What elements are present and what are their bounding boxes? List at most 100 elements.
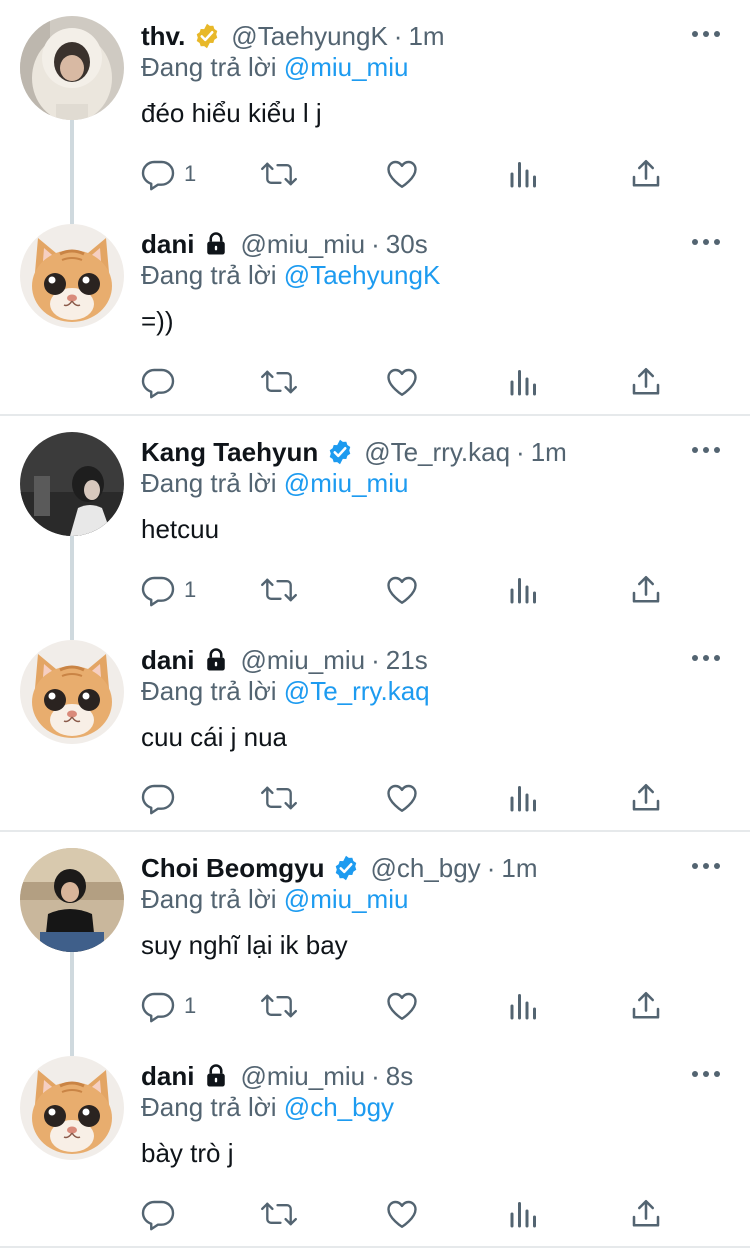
display-name[interactable]: Kang Taehyun bbox=[141, 437, 318, 468]
more-icon[interactable] bbox=[692, 438, 720, 462]
avatar[interactable] bbox=[20, 224, 124, 328]
verified-badge-icon bbox=[193, 22, 221, 50]
timestamp[interactable]: 1m bbox=[408, 21, 444, 52]
views-button[interactable] bbox=[506, 360, 542, 404]
reply-button[interactable] bbox=[140, 776, 184, 820]
reply-button[interactable]: 1 bbox=[140, 984, 196, 1028]
user-handle[interactable]: @miu_miu bbox=[240, 1061, 365, 1092]
like-button[interactable] bbox=[384, 776, 420, 820]
user-handle[interactable]: @TaehyungK bbox=[231, 21, 388, 52]
views-icon bbox=[506, 572, 542, 608]
verified-badge-icon bbox=[332, 854, 360, 882]
reply-button[interactable] bbox=[140, 1192, 184, 1236]
more-icon[interactable] bbox=[692, 854, 720, 878]
user-handle[interactable]: @miu_miu bbox=[240, 229, 365, 260]
tweet-header: Choi Beomgyu @ch_bgy · 1m bbox=[141, 850, 537, 886]
timestamp[interactable]: 8s bbox=[386, 1061, 413, 1092]
share-button[interactable] bbox=[628, 1192, 664, 1236]
conversation-thread: Kang Taehyun @Te_rry.kaq · 1m Đang trả l… bbox=[0, 416, 750, 832]
action-bar bbox=[140, 360, 680, 404]
retweet-button[interactable] bbox=[260, 568, 298, 612]
timestamp[interactable]: 21s bbox=[386, 645, 428, 676]
display-name[interactable]: dani bbox=[141, 229, 194, 260]
tweet-feed: thv. @TaehyungK · 1m Đang trả lời @miu_m… bbox=[0, 0, 750, 1248]
like-icon bbox=[384, 1196, 420, 1232]
retweet-icon bbox=[260, 780, 298, 816]
action-bar bbox=[140, 1192, 680, 1236]
lock-icon bbox=[202, 1062, 230, 1090]
replying-to-label: Đang trả lời bbox=[141, 1092, 277, 1122]
avatar[interactable] bbox=[20, 16, 124, 120]
like-button[interactable] bbox=[384, 984, 420, 1028]
views-button[interactable] bbox=[506, 152, 542, 196]
views-button[interactable] bbox=[506, 984, 542, 1028]
like-icon bbox=[384, 780, 420, 816]
share-icon bbox=[628, 572, 664, 608]
display-name[interactable]: Choi Beomgyu bbox=[141, 853, 324, 884]
replying-to-label: Đang trả lời bbox=[141, 260, 277, 290]
replying-to-mention[interactable]: @miu_miu bbox=[284, 468, 409, 498]
views-button[interactable] bbox=[506, 568, 542, 612]
more-icon[interactable] bbox=[692, 1062, 720, 1086]
parent-tweet[interactable]: Choi Beomgyu @ch_bgy · 1m Đang trả lời @… bbox=[0, 832, 750, 1040]
share-button[interactable] bbox=[628, 984, 664, 1028]
replying-to-mention[interactable]: @TaehyungK bbox=[284, 260, 441, 290]
reply-count: 1 bbox=[184, 161, 197, 186]
share-icon bbox=[628, 156, 664, 192]
replying-to-mention[interactable]: @ch_bgy bbox=[284, 1092, 394, 1122]
separator-dot: · bbox=[371, 644, 380, 675]
reply-tweet[interactable]: dani @miu_miu · 21s Đang trả lời @Te_rry… bbox=[0, 624, 750, 832]
reply-tweet[interactable]: dani @miu_miu · 8s Đang trả lời @ch_bgy … bbox=[0, 1040, 750, 1248]
like-button[interactable] bbox=[384, 152, 420, 196]
reply-icon bbox=[140, 780, 176, 816]
avatar[interactable] bbox=[20, 640, 124, 744]
user-handle[interactable]: @miu_miu bbox=[240, 645, 365, 676]
replying-to-mention[interactable]: @Te_rry.kaq bbox=[284, 676, 430, 706]
share-button[interactable] bbox=[628, 776, 664, 820]
display-name[interactable]: dani bbox=[141, 1061, 194, 1092]
avatar[interactable] bbox=[20, 848, 124, 952]
tweet-header: thv. @TaehyungK · 1m bbox=[141, 18, 445, 54]
parent-tweet[interactable]: Kang Taehyun @Te_rry.kaq · 1m Đang trả l… bbox=[0, 416, 750, 624]
replying-to-label: Đang trả lời bbox=[141, 468, 277, 498]
replying-to: Đang trả lời @TaehyungK bbox=[141, 260, 440, 291]
like-button[interactable] bbox=[384, 568, 420, 612]
timestamp[interactable]: 1m bbox=[501, 853, 537, 884]
timestamp[interactable]: 30s bbox=[386, 229, 428, 260]
reply-button[interactable] bbox=[140, 360, 184, 404]
more-icon[interactable] bbox=[692, 22, 720, 46]
retweet-button[interactable] bbox=[260, 984, 298, 1028]
retweet-icon bbox=[260, 572, 298, 608]
reply-tweet[interactable]: dani @miu_miu · 30s Đang trả lời @Taehyu… bbox=[0, 208, 750, 416]
reply-icon bbox=[140, 988, 176, 1024]
user-handle[interactable]: @Te_rry.kaq bbox=[364, 437, 510, 468]
retweet-button[interactable] bbox=[260, 1192, 298, 1236]
display-name[interactable]: thv. bbox=[141, 21, 185, 52]
like-button[interactable] bbox=[384, 1192, 420, 1236]
replying-to-label: Đang trả lời bbox=[141, 884, 277, 914]
user-handle[interactable]: @ch_bgy bbox=[370, 853, 480, 884]
share-button[interactable] bbox=[628, 568, 664, 612]
parent-tweet[interactable]: thv. @TaehyungK · 1m Đang trả lời @miu_m… bbox=[0, 0, 750, 208]
views-button[interactable] bbox=[506, 1192, 542, 1236]
reply-button[interactable]: 1 bbox=[140, 152, 196, 196]
avatar[interactable] bbox=[20, 1056, 124, 1160]
share-button[interactable] bbox=[628, 360, 664, 404]
more-icon[interactable] bbox=[692, 646, 720, 670]
avatar[interactable] bbox=[20, 432, 124, 536]
replying-to-mention[interactable]: @miu_miu bbox=[284, 884, 409, 914]
retweet-button[interactable] bbox=[260, 776, 298, 820]
share-button[interactable] bbox=[628, 152, 664, 196]
timestamp[interactable]: 1m bbox=[531, 437, 567, 468]
like-button[interactable] bbox=[384, 360, 420, 404]
retweet-button[interactable] bbox=[260, 360, 298, 404]
replying-to-mention[interactable]: @miu_miu bbox=[284, 52, 409, 82]
more-icon[interactable] bbox=[692, 230, 720, 254]
views-button[interactable] bbox=[506, 776, 542, 820]
reply-button[interactable]: 1 bbox=[140, 568, 196, 612]
replying-to: Đang trả lời @miu_miu bbox=[141, 884, 408, 915]
display-name[interactable]: dani bbox=[141, 645, 194, 676]
separator-dot: · bbox=[371, 1060, 380, 1091]
retweet-button[interactable] bbox=[260, 152, 298, 196]
retweet-icon bbox=[260, 364, 298, 400]
